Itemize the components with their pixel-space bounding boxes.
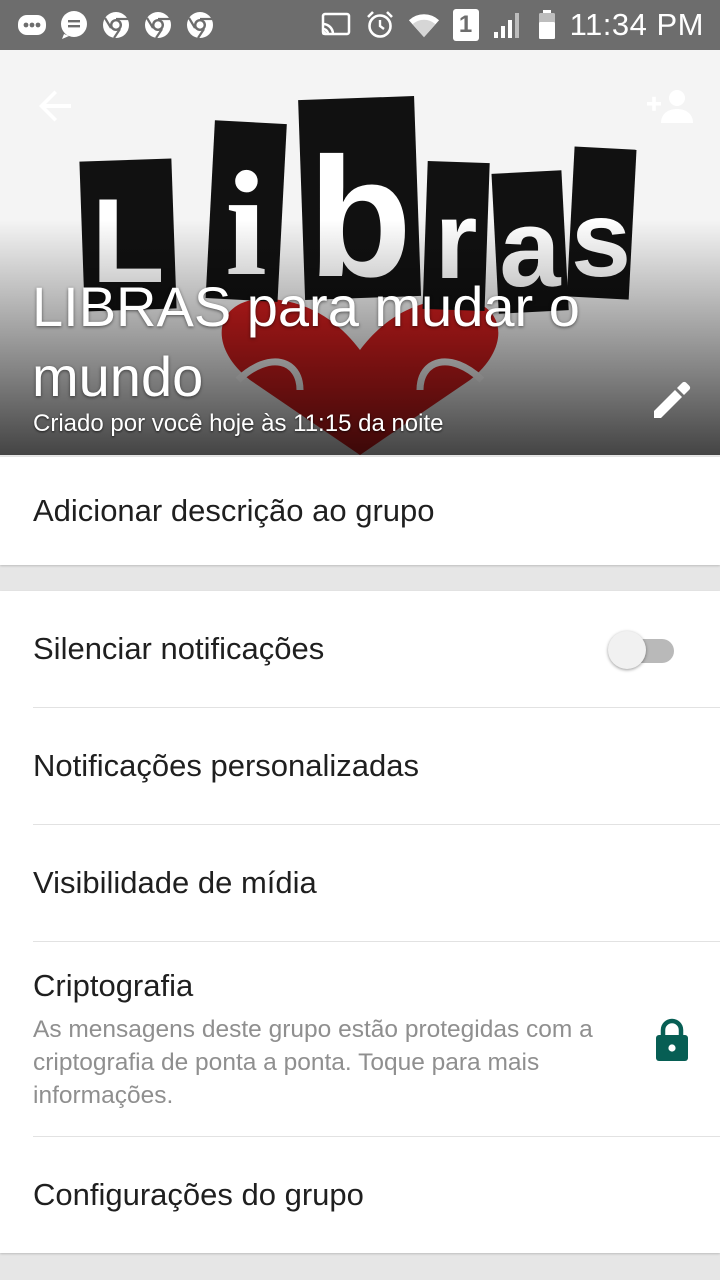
mute-notifications-label: Silenciar notificações: [33, 631, 325, 666]
add-person-icon: [647, 90, 693, 123]
encryption-title: Criptografia: [33, 968, 194, 1003]
clock: 11:34 PM: [569, 7, 704, 42]
status-bar: 1 11:34 PM: [0, 0, 720, 50]
add-participant-button[interactable]: [640, 78, 700, 134]
cast-icon: [320, 9, 352, 41]
pencil-icon: [654, 381, 691, 418]
wifi-icon: [408, 9, 440, 41]
group-header: L i b r a s LIBRAS para mudar o mundo Cr…: [0, 50, 720, 455]
group-settings-label: Configurações do grupo: [33, 1177, 364, 1212]
back-button[interactable]: [28, 78, 84, 134]
chrome-icon: [142, 9, 174, 41]
arrow-back-icon: [39, 90, 71, 122]
alarm-icon: [364, 9, 396, 41]
chrome-icon: [100, 9, 132, 41]
notification-icons: [0, 9, 216, 41]
description-card: Adicionar descrição ao grupo: [0, 457, 720, 565]
sim-slot-number: 1: [452, 9, 479, 41]
created-info: Criado por você hoje às 11:15 da noite: [33, 410, 444, 437]
encryption-row[interactable]: Criptografia As mensagens deste grupo es…: [0, 942, 720, 1136]
toggle-thumb: [608, 631, 646, 669]
encryption-description: As mensagens deste grupo estão protegida…: [33, 1016, 593, 1109]
add-description-button[interactable]: Adicionar descrição ao grupo: [33, 457, 435, 565]
signal-icon: [492, 9, 524, 41]
mute-notifications-toggle[interactable]: [608, 629, 678, 669]
lock-icon: [656, 1018, 688, 1061]
sim-icon: 1: [452, 9, 480, 41]
group-settings-row[interactable]: Configurações do grupo: [0, 1137, 720, 1253]
edit-group-name-button[interactable]: [640, 368, 704, 432]
messenger-icon: [16, 9, 48, 41]
battery-icon: [536, 9, 558, 41]
system-icons: 1 11:34 PM: [320, 7, 720, 43]
media-visibility-label: Visibilidade de mídia: [33, 865, 317, 900]
group-name: LIBRAS para mudar o mundo: [32, 275, 580, 408]
mute-notifications-row[interactable]: Silenciar notificações: [0, 591, 720, 708]
custom-notifications-row[interactable]: Notificações personalizadas: [0, 708, 720, 825]
chrome-icon: [184, 9, 216, 41]
chat-icon: [58, 9, 90, 41]
custom-notifications-label: Notificações personalizadas: [33, 748, 419, 783]
settings-card: Silenciar notificações Notificações pers…: [0, 591, 720, 1253]
media-visibility-row[interactable]: Visibilidade de mídia: [0, 825, 720, 942]
